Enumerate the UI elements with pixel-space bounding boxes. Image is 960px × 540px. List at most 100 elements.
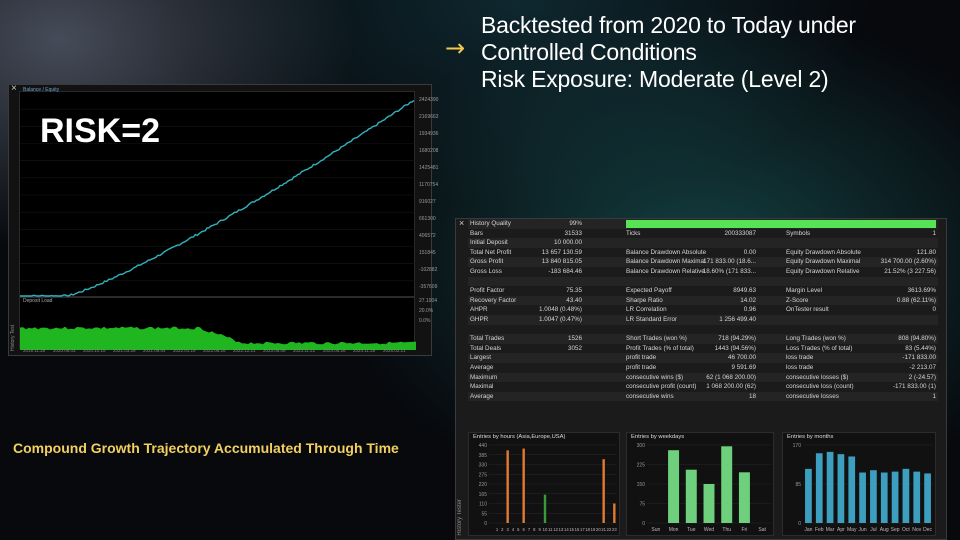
histogram-chart: 300 225 150 75 0 Sun Mon Tue Wed Thu Fri Sat: [637, 443, 771, 533]
y-tick-label: 1934936: [419, 131, 439, 137]
table-cell: Total Trades: [470, 335, 505, 343]
report-table: History Quality 99% Bars 31533 Ticks 200333…: [468, 219, 938, 402]
x-tick-label: 5: [517, 527, 520, 532]
table-cell: GHPR: [470, 315, 489, 323]
table-row: History Quality 99%: [468, 219, 938, 229]
close-icon[interactable]: ×: [459, 218, 464, 228]
x-tick-label: 4: [512, 527, 515, 532]
table-cell: 14.02: [740, 296, 756, 304]
x-tick-label: Tue: [687, 527, 696, 533]
date-tick-label: 2025.02.21: [383, 348, 406, 353]
histogram-bar: [837, 454, 845, 523]
table-cell: Maximal: [470, 383, 494, 391]
table-cell: Profit Factor: [470, 287, 505, 295]
histogram-bar: [848, 456, 856, 523]
table-row: Maximum consecutive wins ($) 62 (1 068 200…: [468, 372, 938, 383]
table-cell: Balance Drawdown Maximal: [626, 258, 706, 266]
table-cell: consecutive losses: [786, 392, 839, 400]
x-tick-label: Mon: [669, 527, 679, 533]
date-tick-label: 2022.12.21: [233, 348, 256, 353]
x-tick-label: Feb: [815, 527, 824, 533]
table-cell: 18.60% (171 833...: [702, 267, 756, 275]
x-tick-label: Jun: [859, 527, 867, 533]
x-tick-label: 2: [501, 527, 504, 532]
table-cell: Gross Profit: [470, 258, 504, 266]
y-tick-label: 2169663: [419, 114, 439, 120]
date-tick-label: 2022.01.19: [173, 348, 196, 353]
deposit-tick-label: 20.0%: [419, 308, 434, 314]
date-tick-label: 2021.09.04: [143, 348, 166, 353]
x-tick-label: Nov: [912, 527, 921, 533]
table-cell: loss trade: [786, 354, 814, 362]
date-tick-label: 2024.05.28: [323, 348, 346, 353]
table-cell: 0.00: [743, 248, 756, 256]
deposit-load-label: Deposit Load: [23, 298, 53, 304]
table-row: Profit Factor 75.35 Expected Payoff 8949.63…: [468, 286, 938, 296]
table-row: Total Trades 1526 Short Trades (won %) 718 …: [468, 334, 938, 344]
table-cell: Equity Drawdown Maximal: [786, 258, 861, 266]
histogram-bar: [721, 446, 733, 523]
table-cell: 3613.69%: [907, 287, 936, 295]
histogram-bar: [543, 494, 547, 523]
table-cell: 808 (94.80%): [898, 335, 936, 343]
table-cell: consecutive losses ($): [786, 373, 849, 381]
caption: Compound Growth Trajectory Accumulated T…: [13, 440, 399, 456]
x-tick-label: Oct: [902, 527, 910, 533]
table-cell: 83 (5.44%): [905, 344, 936, 352]
histogram-bar: [506, 450, 509, 523]
table-cell: 1443 (94.56%): [714, 344, 756, 352]
arrow-right-icon: →: [445, 34, 466, 62]
table-cell: Recovery Factor: [470, 296, 517, 304]
close-icon[interactable]: ×: [11, 83, 17, 94]
y-tick-label: 1170754: [419, 182, 439, 188]
histogram-bar: [738, 472, 750, 523]
deposit-load-chart: [20, 326, 416, 350]
headline-line: Risk Exposure: Moderate (Level 2): [481, 66, 829, 92]
x-tick-label: Sun: [651, 527, 660, 533]
table-cell: Equity Drawdown Absolute: [786, 248, 861, 256]
table-cell: Profit Trades (% of total): [626, 344, 694, 352]
headline-line: Backtested from 2020 to Today under: [481, 12, 856, 38]
date-tick-label: 2023.06.09: [263, 348, 286, 353]
history-test-label: History Test: [10, 325, 16, 352]
table-cell: Total Deals: [470, 344, 502, 352]
date-tick-label: 2020.10.19: [83, 348, 106, 353]
y-tick-label: 385: [479, 453, 488, 459]
histogram-bar: [613, 503, 616, 523]
y-tick-label: 661300: [419, 216, 436, 222]
x-tick-label: Thu: [722, 527, 731, 533]
headline-line: Controlled Conditions: [481, 39, 697, 65]
table-cell: Symbols: [786, 229, 811, 237]
x-tick-label: May: [847, 527, 857, 533]
table-cell: 171 833.00 (18.6...: [703, 258, 756, 266]
y-tick-label: 300: [637, 443, 646, 449]
table-cell: 18: [748, 392, 756, 400]
histogram-weekdays: Entries by weekdays 300 225 150 75 0 Sun Mon Tu…: [626, 432, 774, 536]
table-cell: -183 684.46: [548, 267, 582, 275]
x-tick-label: 23: [612, 527, 617, 532]
table-cell: 1.0047 (0.47%): [538, 315, 582, 323]
date-tick-label: 2021.03.29: [113, 348, 136, 353]
table-cell: Balance Drawdown Absolute: [626, 248, 707, 256]
table-cell: 1526: [567, 335, 582, 343]
date-tick-label: 2023.11.21: [293, 348, 316, 353]
table-cell: Gross Loss: [470, 267, 502, 275]
y-tick-label: 440: [479, 443, 488, 449]
table-cell: Equity Drawdown Relative: [786, 267, 860, 275]
table-cell: 1: [932, 229, 936, 237]
y-tick-label: 0: [798, 521, 801, 527]
table-row: Gross Profit 13 840 815.05 Balance Drawdow…: [468, 257, 938, 267]
x-tick-label: Wed: [704, 527, 714, 533]
table-cell: 21.52% (3 227.56): [884, 267, 936, 275]
histogram-bar: [522, 448, 525, 523]
deposit-tick-label: 0.0%: [419, 318, 431, 324]
history-tester-label: History Tester: [457, 499, 463, 536]
x-tick-label: Jan: [804, 527, 812, 533]
histogram-bar: [805, 468, 812, 523]
table-row: Average profit trade 9 591.69 loss trade -2 …: [468, 363, 938, 373]
table-cell: consecutive profit (count): [626, 383, 697, 391]
x-tick-label: 7: [528, 527, 531, 532]
table-cell: 9 591.69: [731, 363, 756, 371]
table-cell: Average: [470, 363, 494, 371]
y-axis-scale: 2424390 2169663 1934936 1680208 1425481 11707…: [417, 91, 438, 324]
